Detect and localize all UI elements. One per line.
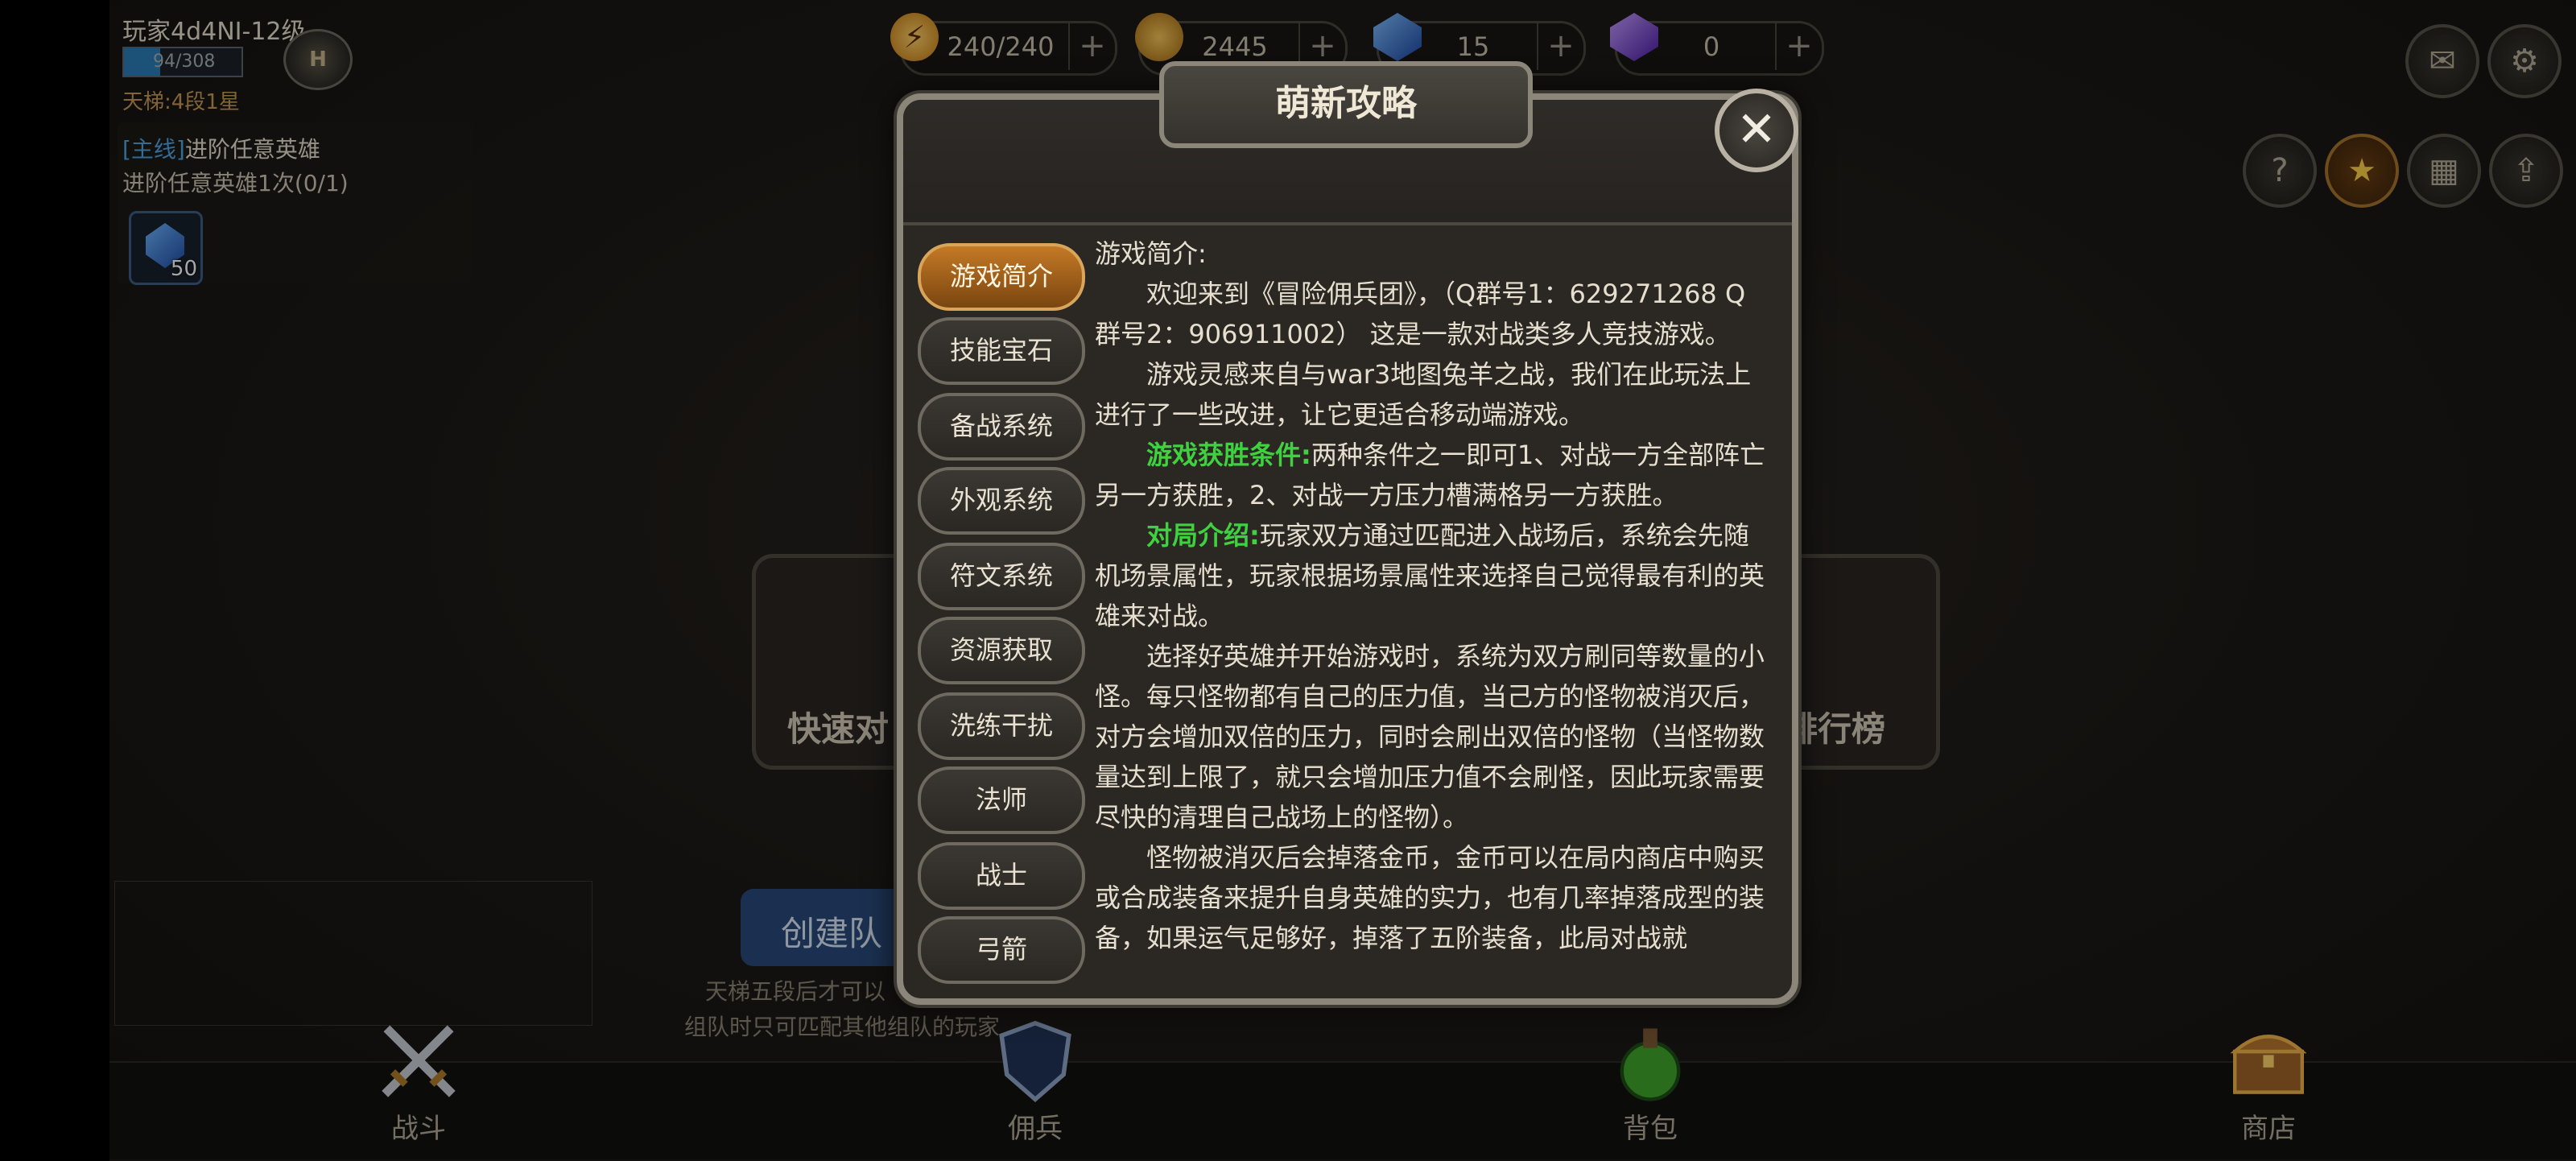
- content-paragraph: 对局介绍:玩家双方通过匹配进入战场后，系统会先随机场景属性，玩家根据场景属性来选…: [1095, 515, 1771, 636]
- tab-game-intro[interactable]: 游戏简介: [918, 243, 1085, 311]
- match-intro-label: 对局介绍:: [1146, 520, 1260, 551]
- content-paragraph: 怪物被消灭后会掉落金币，金币可以在局内商店中购买或合成装备来提升自身英雄的实力，…: [1095, 842, 1765, 953]
- tab-runes[interactable]: 符文系统: [918, 543, 1085, 610]
- tab-skill-gems[interactable]: 技能宝石: [918, 317, 1085, 385]
- content-paragraph: 游戏获胜条件:两种条件之一即可1、对战一方全部阵亡另一方获胜，2、对战一方压力槽…: [1095, 435, 1771, 515]
- content-paragraph: 选择好英雄并开始游戏时，系统为双方刷同等数量的小怪。每只怪物都有自己的压力值，当…: [1095, 641, 1765, 833]
- tab-refine[interactable]: 洗练干扰: [918, 692, 1085, 760]
- tab-mage[interactable]: 法师: [918, 766, 1085, 834]
- tab-archer[interactable]: 弓箭: [918, 916, 1085, 984]
- content-heading: 游戏简介:: [1095, 238, 1207, 269]
- tab-warrior[interactable]: 战士: [918, 842, 1085, 910]
- tab-battle-prep[interactable]: 备战系统: [918, 393, 1085, 461]
- content-paragraph: 游戏灵感来自与war3地图兔羊之战，我们在此玩法上进行了一些改进，让它更适合移动…: [1095, 359, 1752, 430]
- tab-resources[interactable]: 资源获取: [918, 617, 1085, 684]
- win-conditions-label: 游戏获胜条件:: [1146, 440, 1311, 470]
- guide-content[interactable]: 游戏简介: 欢迎来到《冒险佣兵团》，（Q群号1：629271268 Q群号2：9…: [1095, 233, 1771, 982]
- dialog-title: 萌新攻略: [1275, 83, 1417, 124]
- close-button[interactable]: ✕: [1715, 89, 1798, 172]
- content-paragraph: 欢迎来到《冒险佣兵团》，（Q群号1：629271268 Q群号2：9069110…: [1095, 279, 1746, 349]
- tab-appearance[interactable]: 外观系统: [918, 467, 1085, 535]
